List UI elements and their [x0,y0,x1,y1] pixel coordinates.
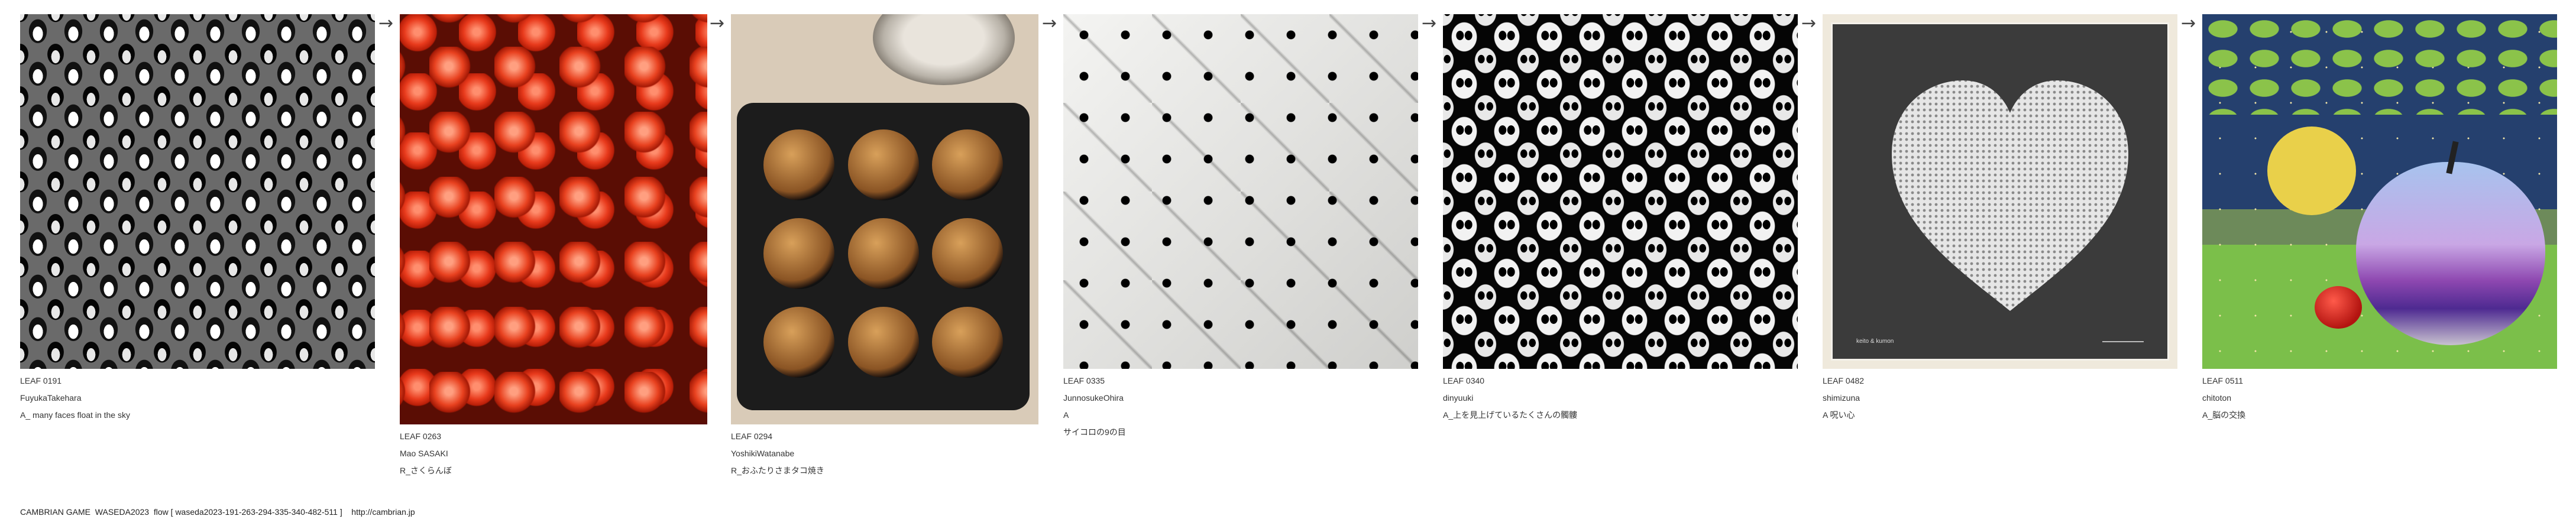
leaf-title: A_ many faces float in the sky [20,410,130,420]
leaf-image-0191[interactable] [20,14,375,369]
leaf-image-0482[interactable]: keito & kumon [1823,14,2177,369]
scarf-panel: keito & kumon [1831,22,2169,361]
takoyaki-ball [932,218,1003,289]
leaf-card-0294[interactable]: LEAF 0294 YoshikiWatanabe R_おふたりさまタコ焼き [731,14,1038,479]
small-apple-shape [2315,286,2362,329]
big-apple-shape [2356,162,2545,345]
bowl-shape [873,14,1015,85]
leaf-image-0294[interactable] [731,14,1038,424]
leaf-card-0263[interactable]: LEAF 0263 Mao SASAKI R_さくらんぼ [400,14,707,479]
signature-line [2102,341,2144,342]
takoyaki-ball [848,307,919,378]
leaf-image-0511[interactable] [2202,14,2557,369]
foliage [2202,14,2557,115]
takoyaki-ball [763,307,834,378]
leaf-title-line1: A [1063,410,1069,420]
leaf-card-0191[interactable]: LEAF 0191 FuyukaTakehara A_ many faces f… [20,14,375,424]
leaf-caption: LEAF 0511 chitoton A_脳の交換 [2202,369,2557,424]
moon-shape [2267,126,2356,215]
leaf-author: Mao SASAKI [400,449,448,458]
leaf-title: A 呪い心 [1823,410,1855,420]
leaf-caption: LEAF 0294 YoshikiWatanabe R_おふたりさまタコ焼き [731,424,1038,479]
brand-label: keito & kumon [1856,338,1894,345]
leaf-caption: LEAF 0191 FuyukaTakehara A_ many faces f… [20,369,375,424]
takoyaki-ball [763,129,834,200]
takoyaki-ball [932,129,1003,200]
arrow-right-icon: → [1042,13,1057,34]
arrow-right-icon: → [2181,13,2196,34]
leaf-id: LEAF 0191 [20,376,62,385]
leaf-author: shimizuna [1823,393,1860,403]
arrow-right-icon: → [378,13,394,34]
leaf-title-line2: サイコロの9の目 [1063,427,1126,437]
leaf-id: LEAF 0294 [731,432,773,441]
leaf-card-0482[interactable]: keito & kumon LEAF 0482 shimizuna A 呪い心 [1823,14,2177,424]
leaf-id: LEAF 0263 [400,432,442,441]
leaf-id: LEAF 0340 [1443,376,1485,385]
takoyaki-pan [737,103,1030,410]
leaf-caption: LEAF 0335 JunnosukeOhira A サイコロの9の目 [1063,369,1418,441]
footer-flow-text: CAMBRIAN GAME WASEDA2023 flow [ waseda20… [20,507,342,517]
leaf-card-0335[interactable]: LEAF 0335 JunnosukeOhira A サイコロの9の目 [1063,14,1418,441]
takoyaki-ball [763,218,834,289]
takoyaki-ball [848,218,919,289]
leaf-image-0263[interactable] [400,14,707,424]
takoyaki-ball [932,307,1003,378]
leaf-caption: LEAF 0482 shimizuna A 呪い心 [1823,369,2177,424]
page: { "cards": [ { "leaf": "LEAF 0191", "aut… [0,0,2576,532]
leaf-caption: LEAF 0340 dinyuuki A_上を見上げているたくさんの髑髏 [1443,369,1798,424]
leaf-id: LEAF 0482 [1823,376,1865,385]
leaf-author: FuyukaTakehara [20,393,82,403]
leaf-author: JunnosukeOhira [1063,393,1124,403]
arrow-right-icon: → [1801,13,1817,34]
leaf-title: R_さくらんぼ [400,466,452,475]
leaf-card-0511[interactable]: LEAF 0511 chitoton A_脳の交換 [2202,14,2557,424]
arrow-right-icon: → [1422,13,1437,34]
leaf-author: chitoton [2202,393,2232,403]
heart-shape [1880,72,2140,320]
leaf-id: LEAF 0511 [2202,376,2244,385]
takoyaki-ball [848,129,919,200]
leaf-image-0335[interactable] [1063,14,1418,369]
arrow-right-icon: → [710,13,725,34]
leaf-title: A_上を見上げているたくさんの髑髏 [1443,410,1578,420]
leaf-image-0340[interactable] [1443,14,1798,369]
leaf-title: R_おふたりさまタコ焼き [731,466,824,475]
leaf-caption: LEAF 0263 Mao SASAKI R_さくらんぼ [400,424,707,479]
footer: CAMBRIAN GAME WASEDA2023 flow [ waseda20… [20,507,415,517]
leaf-author: dinyuuki [1443,393,1474,403]
leaf-id: LEAF 0335 [1063,376,1105,385]
footer-url-link[interactable]: http://cambrian.jp [351,507,415,517]
leaf-title: A_脳の交換 [2202,410,2246,420]
leaf-card-0340[interactable]: LEAF 0340 dinyuuki A_上を見上げているたくさんの髑髏 [1443,14,1798,424]
leaf-author: YoshikiWatanabe [731,449,795,458]
